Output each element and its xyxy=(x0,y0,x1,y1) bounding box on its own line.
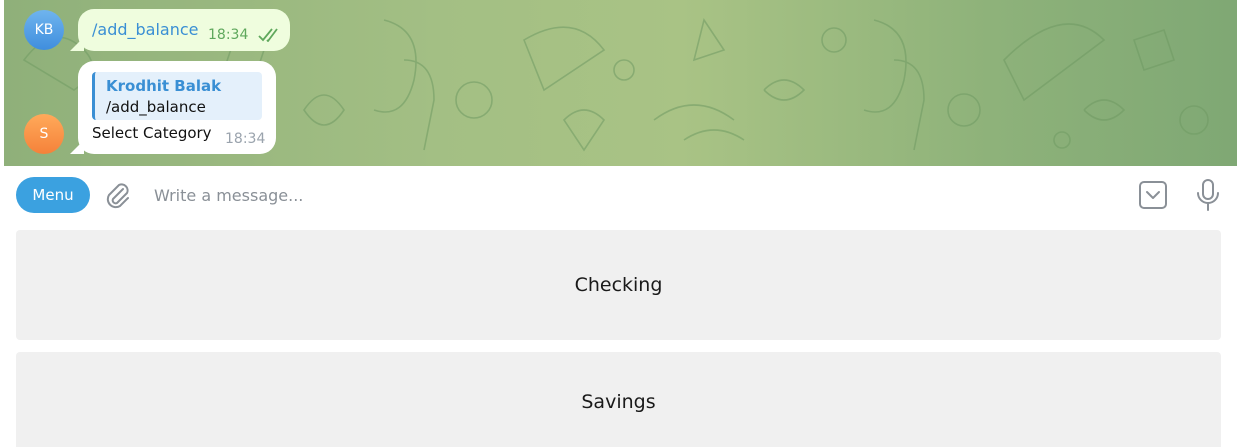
message-time: 18:34 xyxy=(208,27,249,43)
keyboard-button-checking[interactable]: Checking xyxy=(16,230,1221,340)
keyboard-button-label: Checking xyxy=(574,274,663,296)
keyboard-button-label: Savings xyxy=(581,391,656,413)
avatar-initials: KB xyxy=(34,22,54,38)
outgoing-message-bubble[interactable]: /add_balance 18:34 xyxy=(70,9,290,51)
double-check-icon xyxy=(258,28,278,42)
incoming-message-bubble[interactable]: Krodhit Balak /add_balance Select Catego… xyxy=(70,61,276,154)
avatar-initials: S xyxy=(39,126,49,142)
message-time: 18:34 xyxy=(225,131,266,147)
chat-history[interactable]: KB /add_balance 18:34 S Krodhit Balak /a… xyxy=(4,0,1237,166)
message-composer: Menu xyxy=(0,166,1237,222)
reply-sender-name: Krodhit Balak xyxy=(106,77,222,95)
keyboard-button-savings[interactable]: Savings xyxy=(16,352,1221,447)
command-link[interactable]: /add_balance xyxy=(92,20,199,39)
message-input[interactable] xyxy=(152,180,1116,210)
telegram-chat-window: KB /add_balance 18:34 S Krodhit Balak /a… xyxy=(0,0,1237,447)
menu-button-label: Menu xyxy=(32,186,74,204)
microphone-icon[interactable] xyxy=(1194,178,1222,212)
reply-quote[interactable]: Krodhit Balak /add_balance xyxy=(92,72,262,120)
message-text: Select Category xyxy=(92,124,212,142)
reply-quoted-text: /add_balance xyxy=(106,98,206,116)
bot-menu-button[interactable]: Menu xyxy=(16,177,90,213)
keyboard-toggle-icon[interactable] xyxy=(1138,180,1168,210)
avatar-krodhit-balak[interactable]: KB xyxy=(24,10,64,50)
paperclip-icon[interactable] xyxy=(102,180,132,210)
avatar-bot[interactable]: S xyxy=(24,114,64,154)
